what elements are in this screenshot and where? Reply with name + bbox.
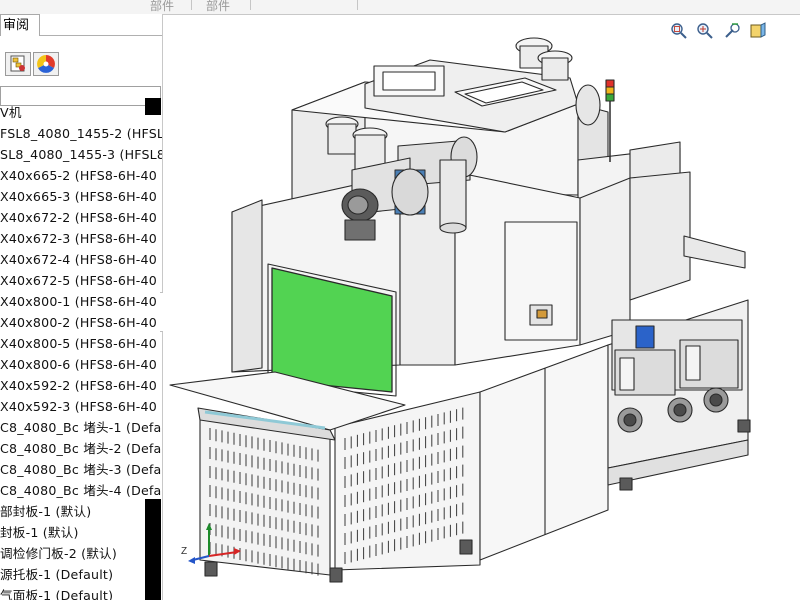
tree-filter-input[interactable] [0,86,161,106]
tree-item[interactable]: X40x672-2 (HFS8-6H-40 [0,207,157,228]
tree-item[interactable]: V机 [0,102,22,123]
orientation-triad: Z [181,523,241,564]
tree-item[interactable]: SL8_4080_1455-3 (HFSL8 [0,144,162,165]
tree-item[interactable]: 调检修门板-2 (默认) [0,543,117,564]
scrollbar-thumb[interactable] [145,499,161,600]
tree-item[interactable]: FSL8_4080_1455-2 (HFSL8 [0,123,162,144]
tree-item[interactable]: X40x672-4 (HFS8-6H-40 [0,249,157,270]
scroll-indicator[interactable] [145,98,161,115]
tree-item[interactable]: 气面板-1 (Default) [0,585,113,600]
tab-underline [40,35,162,36]
graphics-area[interactable]: Z [163,15,800,600]
configuration-icon [10,55,25,72]
tab-review[interactable]: 审阅 [0,14,40,36]
feature-manager-panel: 审阅 V机 FSL8_4080_1455-2 (HFSL8 SL8_4080_145… [0,14,163,600]
tree-item[interactable]: 部封板-1 (默认) [0,501,91,522]
tree-item[interactable]: X40x672-5 (HFS8-6H-40 [0,270,157,291]
tab-divider [250,0,251,10]
uv-curing-machine-model[interactable] [163,15,800,600]
tab-divider [357,0,358,10]
tree-item[interactable]: X40x665-3 (HFS8-6H-40 [0,186,157,207]
command-manager-strip: 部件 部件 [0,0,800,15]
tab-part-1[interactable]: 部件 [150,0,174,14]
tree-item[interactable]: X40x800-6 (HFS8-6H-40 [0,354,157,375]
tree-item[interactable]: X40x592-3 (HFS8-6H-40 [0,396,157,417]
configuration-manager-button[interactable] [5,52,31,76]
tree-item[interactable]: C8_4080_Bc 堵头-4 (Defa [0,480,161,501]
tree-item[interactable]: X40x672-3 (HFS8-6H-40 [0,228,157,249]
tree-item[interactable]: X40x665-2 (HFS8-6H-40 [0,165,157,186]
tree-item[interactable]: X40x800-5 (HFS8-6H-40 [0,333,157,354]
color-wheel-icon [37,55,55,73]
triad-z-label: Z [181,546,187,557]
tree-item[interactable]: X40x592-2 (HFS8-6H-40 [0,375,157,396]
tree-item[interactable]: C8_4080_Bc 堵头-1 (Defa [0,417,161,438]
tab-divider [191,0,192,10]
tree-item[interactable]: 源托板-1 (Default) [0,564,113,585]
tree-item[interactable]: X40x800-1 (HFS8-6H-40 [0,291,157,312]
tab-part-2[interactable]: 部件 [206,0,230,14]
tree-item[interactable]: C8_4080_Bc 堵头-2 (Defa [0,438,161,459]
tree-item[interactable]: 封板-1 (默认) [0,522,79,543]
tree-item[interactable]: C8_4080_Bc 堵头-3 (Defa [0,459,161,480]
tree-item[interactable]: X40x800-2 (HFS8-6H-40 [0,312,157,333]
display-manager-button[interactable] [33,52,59,76]
